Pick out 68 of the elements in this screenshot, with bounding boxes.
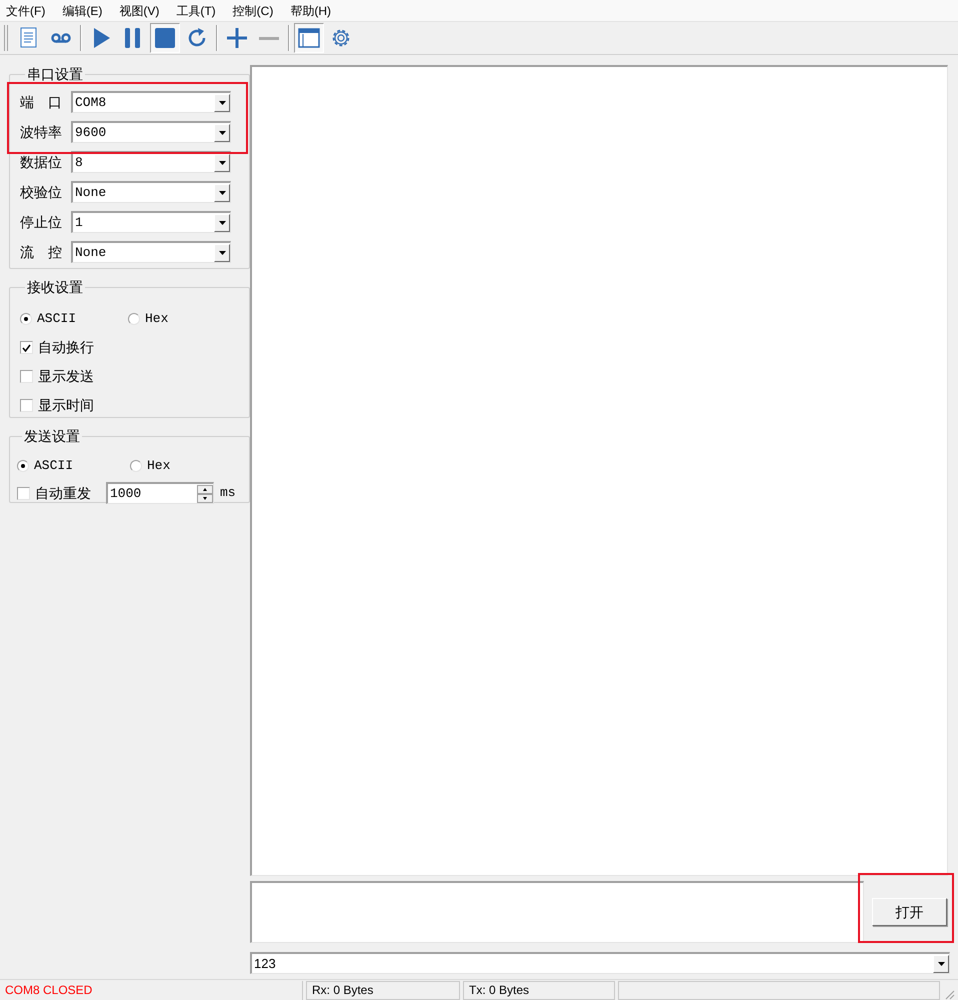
radio-button[interactable] (130, 460, 142, 472)
unit-label: ms (220, 484, 236, 502)
checkbox-label: 自动换行 (38, 338, 94, 357)
radio-label: Hex (147, 456, 170, 475)
checkbox[interactable] (17, 486, 30, 500)
field-label: 停止位 (20, 212, 63, 232)
window-icon (297, 26, 321, 50)
menu-item[interactable]: 编辑(E) (58, 0, 106, 22)
menu-item[interactable]: 文件(F) (2, 0, 50, 22)
send-field[interactable] (250, 881, 864, 943)
history-value: 123 (253, 954, 276, 973)
minus-icon (257, 36, 281, 40)
resize-grip-icon[interactable] (943, 988, 955, 1000)
field-label: 端 口 (20, 92, 63, 112)
field-label: 数据位 (20, 152, 63, 172)
checkbox-label: 显示发送 (38, 367, 94, 386)
radio-button[interactable] (128, 312, 140, 324)
dropdown-value: None (74, 184, 106, 202)
checkbox[interactable] (20, 370, 33, 383)
dropdown[interactable]: 8 (71, 151, 231, 173)
menu-item[interactable]: 帮助(H) (286, 0, 335, 22)
spin-arrows-icon[interactable] (197, 484, 213, 502)
checkbox-label: 自动重发 (35, 484, 92, 502)
menu-item[interactable]: 控制(C) (228, 0, 278, 22)
radio-button[interactable] (20, 312, 32, 324)
caret-icon[interactable] (214, 214, 230, 232)
caret-icon[interactable] (214, 124, 230, 142)
spin-value: 1000 (109, 484, 142, 503)
caret-icon[interactable] (214, 94, 230, 112)
toolbar-button[interactable] (150, 23, 180, 53)
checkbox-label: 显示时间 (38, 396, 94, 415)
menu-item[interactable]: 工具(T) (172, 0, 220, 22)
dropdown-value: COM8 (74, 94, 106, 112)
dropdown[interactable]: 9600 (71, 121, 231, 143)
radio-label: Hex (145, 310, 168, 328)
caret-icon[interactable] (214, 184, 230, 202)
plus-icon (225, 26, 249, 50)
group-title: 发送设置 (23, 427, 81, 446)
caret-icon[interactable] (933, 954, 949, 972)
dropdown[interactable]: COM8 (71, 91, 231, 113)
dropdown-value: 8 (74, 154, 83, 172)
dropdown-value: None (74, 244, 106, 262)
radio-label: ASCII (37, 310, 76, 328)
toolbar-button[interactable] (294, 23, 324, 53)
radio-label: ASCII (34, 456, 74, 475)
spin-field[interactable]: 1000 (106, 482, 214, 504)
caret-icon[interactable] (214, 244, 230, 262)
field-label: 波特率 (20, 122, 63, 142)
group-title: 接收设置 (26, 278, 84, 297)
tx-count: Tx: 0 Bytes (463, 981, 615, 1000)
caret-icon[interactable] (214, 154, 230, 172)
stop-icon (153, 26, 177, 50)
dropdown[interactable]: None (71, 241, 231, 263)
checkbox[interactable] (20, 399, 33, 412)
dropdown[interactable]: None (71, 181, 231, 203)
dropdown-value: 9600 (74, 124, 106, 142)
port-status: COM8 CLOSED (0, 981, 303, 1000)
group-title: 串口设置 (26, 65, 84, 84)
open-button[interactable]: 打开 (872, 898, 947, 926)
field-label: 流 控 (20, 242, 63, 262)
radio-button[interactable] (17, 460, 29, 472)
dropdown-value: 1 (74, 214, 83, 232)
history-dropdown[interactable]: 123 (250, 952, 950, 974)
checkbox[interactable] (20, 341, 33, 354)
dropdown[interactable]: 1 (71, 211, 231, 233)
menu-item[interactable]: 视图(V) (115, 0, 164, 22)
rx-count: Rx: 0 Bytes (306, 981, 460, 1000)
field-label: 校验位 (20, 182, 63, 202)
